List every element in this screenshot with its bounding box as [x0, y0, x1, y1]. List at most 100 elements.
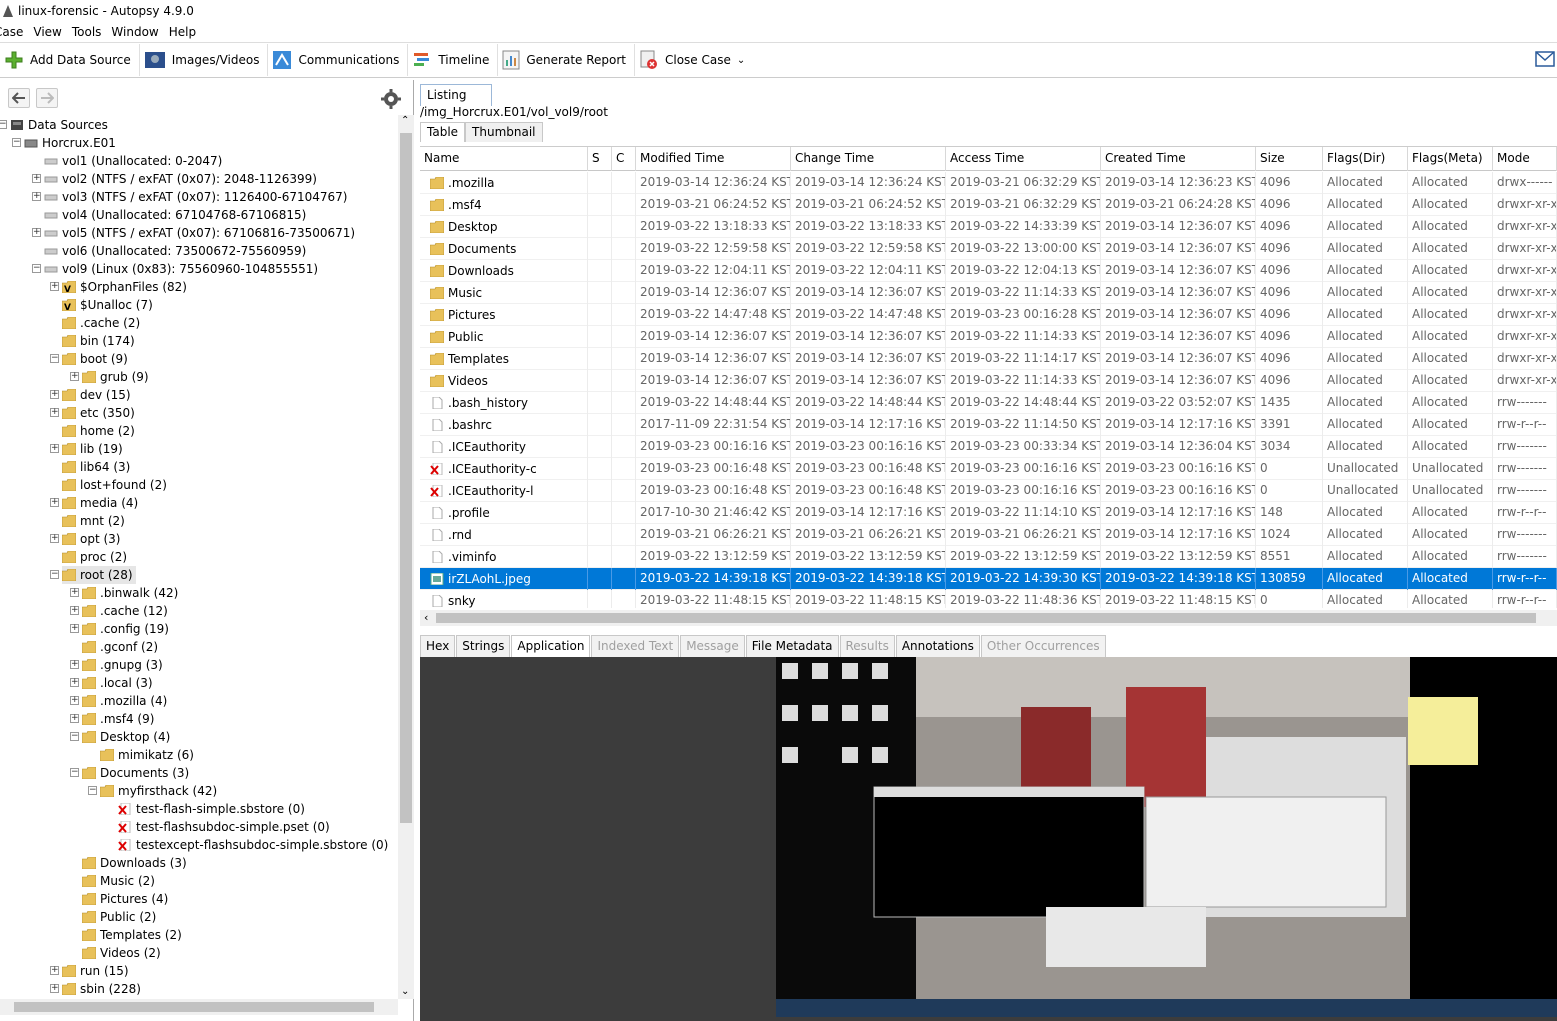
- mail-icon[interactable]: [1535, 51, 1555, 67]
- collapse-toggle-icon[interactable]: −: [0, 120, 7, 129]
- add-data-source-button[interactable]: Add Data Source: [0, 44, 140, 76]
- expand-toggle-icon[interactable]: +: [70, 372, 79, 381]
- chevron-down-icon[interactable]: ⌄: [401, 986, 409, 997]
- tree-node[interactable]: .gnupg (3): [82, 656, 163, 674]
- tree-node[interactable]: .cache (12): [82, 602, 168, 620]
- table-hscroll-thumb[interactable]: [436, 613, 1536, 623]
- tree-node[interactable]: run (15): [62, 962, 129, 980]
- tree-vertical-scrollbar[interactable]: ⌃ ⌄: [398, 115, 414, 999]
- table-row[interactable]: .ICEauthority-l 2019-03-23 00:16:48 KST 20…: [420, 480, 1557, 502]
- table-row[interactable]: Templates 2019-03-14 12:36:07 KST 2019-03-…: [420, 348, 1557, 370]
- tree-node[interactable]: Horcrux.E01: [24, 134, 116, 152]
- tree-node[interactable]: Pictures (4): [82, 890, 168, 908]
- column-header[interactable]: C: [612, 147, 636, 171]
- tree-node[interactable]: mnt (2): [62, 512, 125, 530]
- column-header[interactable]: Change Time: [791, 147, 946, 171]
- tree-node[interactable]: proc (2): [62, 548, 127, 566]
- generate-report-button[interactable]: Generate Report: [498, 44, 635, 76]
- gear-icon[interactable]: [380, 88, 402, 110]
- collapse-toggle-icon[interactable]: −: [70, 768, 79, 777]
- table-row[interactable]: .profile 2017-10-30 21:46:42 KST 2019-03-1…: [420, 502, 1557, 524]
- column-header[interactable]: Mode: [1493, 147, 1557, 171]
- table-row[interactable]: Documents 2019-03-22 12:59:58 KST 2019-03-…: [420, 238, 1557, 260]
- table-horizontal-scrollbar[interactable]: ‹: [420, 610, 1557, 626]
- expand-toggle-icon[interactable]: +: [32, 228, 41, 237]
- tree-node[interactable]: dev (15): [62, 386, 131, 404]
- tree-node[interactable]: grub (9): [82, 368, 149, 386]
- chevron-down-icon[interactable]: ⌄: [737, 55, 745, 66]
- expand-toggle-icon[interactable]: +: [32, 192, 41, 201]
- column-header[interactable]: Flags(Meta): [1408, 147, 1493, 171]
- tab-file-metadata[interactable]: File Metadata: [745, 635, 839, 657]
- collapse-toggle-icon[interactable]: −: [50, 354, 59, 363]
- tree-node[interactable]: home (2): [62, 422, 135, 440]
- expand-toggle-icon[interactable]: +: [50, 498, 59, 507]
- tab-strings[interactable]: Strings: [456, 635, 511, 657]
- column-header[interactable]: Access Time: [946, 147, 1101, 171]
- table-row[interactable]: Music 2019-03-14 12:36:07 KST 2019-03-14 1…: [420, 282, 1557, 304]
- expand-toggle-icon[interactable]: +: [70, 714, 79, 723]
- table-row[interactable]: .viminfo 2019-03-22 13:12:59 KST 2019-03-2…: [420, 546, 1557, 568]
- table-row[interactable]: .ICEauthority-c 2019-03-23 00:16:48 KST 20…: [420, 458, 1557, 480]
- tree-node[interactable]: .mozilla (4): [82, 692, 167, 710]
- tree-node[interactable]: vol6 (Unallocated: 73500672-75560959): [44, 242, 306, 260]
- menu-view[interactable]: View: [33, 25, 61, 39]
- tree-node[interactable]: Music (2): [82, 872, 155, 890]
- table-row[interactable]: .ICEauthority 2019-03-23 00:16:16 KST 2019…: [420, 436, 1557, 458]
- communications-button[interactable]: Communications: [268, 44, 409, 76]
- table-row[interactable]: .bashrc 2017-11-09 22:31:54 KST 2019-03-14…: [420, 414, 1557, 436]
- timeline-button[interactable]: Timeline: [408, 44, 499, 76]
- tree-node[interactable]: test-flash-simple.sbstore (0): [118, 800, 305, 818]
- tree-node[interactable]: .gconf (2): [82, 638, 158, 656]
- tree-node[interactable]: media (4): [62, 494, 138, 512]
- expand-toggle-icon[interactable]: +: [70, 606, 79, 615]
- tree-node[interactable]: .msf4 (9): [82, 710, 154, 728]
- tree-node[interactable]: root (28): [62, 566, 136, 584]
- tree-node[interactable]: vol5 (NTFS / exFAT (0x07): 67106816-7350…: [44, 224, 355, 242]
- column-header[interactable]: Name: [420, 147, 588, 171]
- tree-node[interactable]: vol2 (NTFS / exFAT (0x07): 2048-1126399): [44, 170, 317, 188]
- tree-node[interactable]: Documents (3): [82, 764, 189, 782]
- tree-node[interactable]: V $OrphanFiles (82): [62, 278, 187, 296]
- column-header[interactable]: Created Time: [1101, 147, 1256, 171]
- tree-node[interactable]: testexcept-flashsubdoc-simple.sbstore (0…: [118, 836, 388, 854]
- tree-node[interactable]: etc (350): [62, 404, 135, 422]
- collapse-toggle-icon[interactable]: −: [88, 786, 97, 795]
- expand-toggle-icon[interactable]: +: [70, 660, 79, 669]
- tree-node[interactable]: vol3 (NTFS / exFAT (0x07): 1126400-67104…: [44, 188, 347, 206]
- tree-node[interactable]: lost+found (2): [62, 476, 167, 494]
- tree-node[interactable]: Desktop (4): [82, 728, 170, 746]
- tree-node[interactable]: Public (2): [82, 908, 156, 926]
- tree-node[interactable]: lib64 (3): [62, 458, 130, 476]
- tree-scroll-thumb[interactable]: [400, 133, 412, 823]
- chevron-up-icon[interactable]: ⌃: [401, 115, 409, 126]
- table-row[interactable]: .msf4 2019-03-21 06:24:52 KST 2019-03-21 0…: [420, 194, 1557, 216]
- tree-node[interactable]: boot (9): [62, 350, 128, 368]
- column-header[interactable]: S: [588, 147, 612, 171]
- expand-toggle-icon[interactable]: +: [50, 966, 59, 975]
- expand-toggle-icon[interactable]: +: [50, 390, 59, 399]
- column-header[interactable]: Flags(Dir): [1323, 147, 1408, 171]
- menu-window[interactable]: Window: [111, 25, 158, 39]
- table-row[interactable]: .bash_history 2019-03-22 14:48:44 KST 2019…: [420, 392, 1557, 414]
- tree-node[interactable]: opt (3): [62, 530, 120, 548]
- expand-toggle-icon[interactable]: +: [70, 624, 79, 633]
- tree-node[interactable]: lib (19): [62, 440, 123, 458]
- chevron-left-icon[interactable]: ‹: [424, 611, 428, 624]
- collapse-toggle-icon[interactable]: −: [70, 732, 79, 741]
- tree-hscroll-thumb[interactable]: [14, 1002, 374, 1012]
- close-case-button[interactable]: Close Case ⌄: [635, 44, 753, 76]
- tab-listing[interactable]: Listing: [420, 84, 492, 106]
- expand-toggle-icon[interactable]: +: [70, 696, 79, 705]
- table-row[interactable]: Desktop 2019-03-22 13:18:33 KST 2019-03-22…: [420, 216, 1557, 238]
- expand-toggle-icon[interactable]: +: [50, 408, 59, 417]
- tree-node[interactable]: .cache (2): [62, 314, 140, 332]
- expand-toggle-icon[interactable]: +: [50, 444, 59, 453]
- tree-node[interactable]: vol4 (Unallocated: 67104768-67106815): [44, 206, 306, 224]
- tree-node[interactable]: myfirsthack (42): [100, 782, 217, 800]
- table-row[interactable]: Downloads 2019-03-22 12:04:11 KST 2019-03-…: [420, 260, 1557, 282]
- tab-annotations[interactable]: Annotations: [895, 635, 980, 657]
- tab-thumbnail[interactable]: Thumbnail: [465, 122, 543, 142]
- menu-help[interactable]: Help: [169, 25, 196, 39]
- expand-toggle-icon[interactable]: +: [70, 678, 79, 687]
